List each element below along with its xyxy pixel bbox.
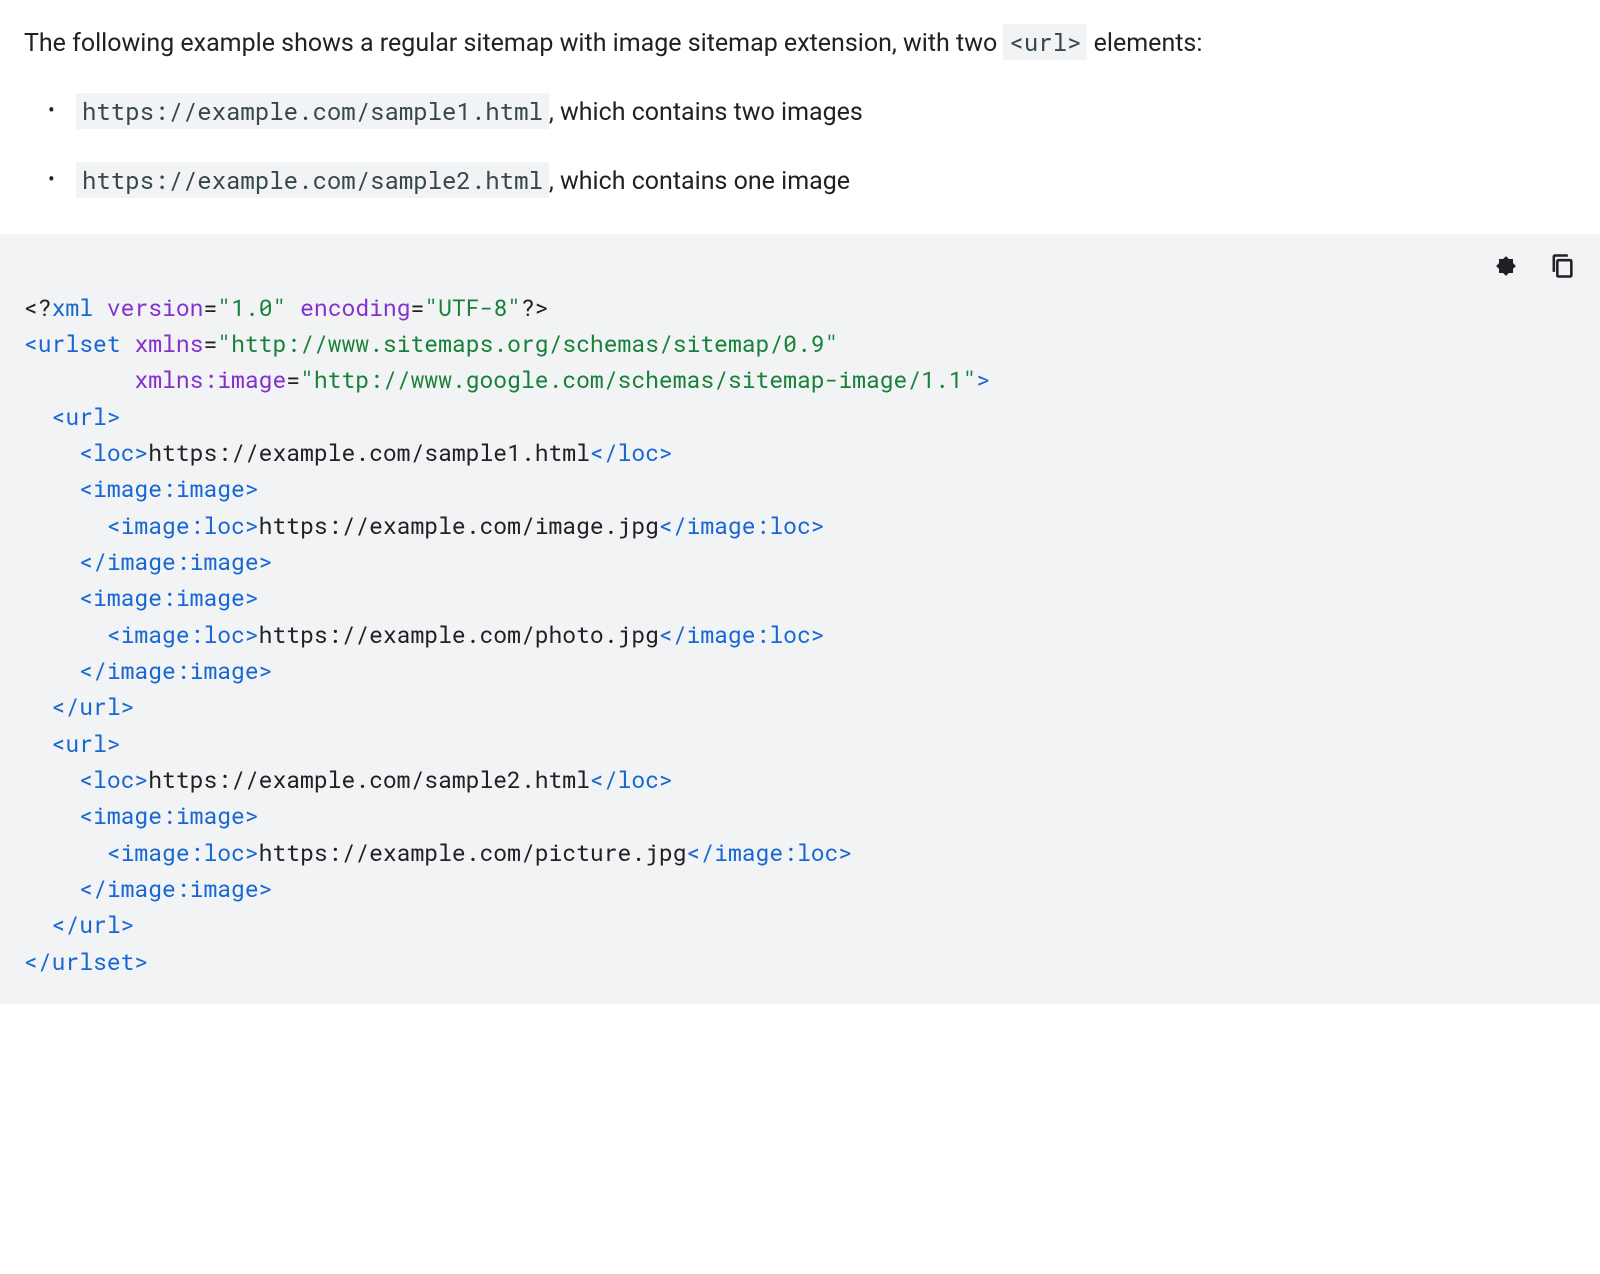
code-token: <?: [24, 293, 52, 323]
list-item-code: https://example.com/sample1.html: [76, 93, 549, 129]
code-token: "http://www.sitemaps.org/schemas/sitemap…: [217, 329, 838, 359]
code-token: =: [203, 329, 217, 359]
code-token: [24, 801, 79, 831]
code-token: <image:image>: [79, 801, 258, 831]
intro-text-before: The following example shows a regular si…: [24, 29, 1003, 58]
code-token: ?>: [521, 293, 549, 323]
code-token: </image:loc>: [659, 511, 825, 541]
code-token: xml: [52, 293, 93, 323]
code-token: =: [411, 293, 425, 323]
code-token: "http://www.google.com/schemas/sitemap-i…: [300, 365, 976, 395]
code-token: version: [107, 293, 204, 323]
code-token: </urlset>: [24, 947, 148, 977]
code-token: <urlset: [24, 329, 121, 359]
code-token: [24, 474, 79, 504]
code-token: <image:image>: [79, 474, 258, 504]
intro-paragraph: The following example shows a regular si…: [24, 24, 1576, 64]
code-token: [24, 402, 52, 432]
code-token: [24, 620, 107, 650]
code-token: <loc>: [79, 765, 148, 795]
code-token: [286, 293, 300, 323]
example-url-list: https://example.com/sample1.html, which …: [76, 92, 1576, 202]
code-token: <image:loc>: [107, 511, 259, 541]
code-token: =: [203, 293, 217, 323]
code-token: https://example.com/image.jpg: [259, 511, 659, 541]
code-token: xmlns:image: [134, 365, 286, 395]
intro-inline-code: <url>: [1003, 24, 1087, 60]
brightness-icon: [1492, 252, 1520, 283]
code-toolbar: [1488, 248, 1580, 287]
list-item-code: https://example.com/sample2.html: [76, 162, 549, 198]
code-token: encoding: [300, 293, 410, 323]
code-token: [24, 547, 79, 577]
code-token: <loc>: [79, 438, 148, 468]
list-item: https://example.com/sample1.html, which …: [76, 92, 1576, 133]
code-token: [24, 729, 52, 759]
code-token: [93, 293, 107, 323]
code-token: </image:image>: [79, 874, 272, 904]
code-token: <image:loc>: [107, 838, 259, 868]
intro-text-after: elements:: [1087, 29, 1202, 58]
code-token: [24, 838, 107, 868]
code-token: [24, 692, 52, 722]
code-token: https://example.com/photo.jpg: [259, 620, 659, 650]
code-token: </url>: [52, 910, 135, 940]
xml-code-block: <?xml version="1.0" encoding="UTF-8"?> <…: [0, 234, 1600, 1004]
code-token: [121, 329, 135, 359]
code-token: [24, 874, 79, 904]
code-token: [24, 438, 79, 468]
code-token: [24, 910, 52, 940]
code-token: =: [286, 365, 300, 395]
code-token: </image:image>: [79, 547, 272, 577]
list-item-text: , which contains one image: [549, 167, 850, 196]
code-token: https://example.com/sample2.html: [148, 765, 590, 795]
code-token: </image:image>: [79, 656, 272, 686]
code-token: <url>: [52, 729, 121, 759]
code-token: <url>: [52, 402, 121, 432]
code-token: [24, 765, 79, 795]
code-block-container: <?xml version="1.0" encoding="UTF-8"?> <…: [0, 234, 1600, 1004]
code-token: </loc>: [590, 765, 673, 795]
code-token: [24, 583, 79, 613]
code-token: [24, 656, 79, 686]
code-token: https://example.com/picture.jpg: [259, 838, 687, 868]
code-token: xmlns: [134, 329, 203, 359]
code-token: </url>: [52, 692, 135, 722]
code-token: "1.0": [217, 293, 286, 323]
code-token: [24, 365, 134, 395]
code-token: <image:image>: [79, 583, 258, 613]
code-token: [24, 511, 107, 541]
code-token: "UTF-8": [424, 293, 521, 323]
code-token: </image:loc>: [687, 838, 853, 868]
copy-code-button[interactable]: [1544, 248, 1580, 287]
copy-icon: [1548, 252, 1576, 283]
code-token: >: [976, 365, 990, 395]
code-token: </loc>: [590, 438, 673, 468]
code-token: https://example.com/sample1.html: [148, 438, 590, 468]
code-token: <image:loc>: [107, 620, 259, 650]
list-item: https://example.com/sample2.html, which …: [76, 161, 1576, 202]
toggle-theme-button[interactable]: [1488, 248, 1524, 287]
list-item-text: , which contains two images: [549, 98, 863, 127]
code-token: </image:loc>: [659, 620, 825, 650]
